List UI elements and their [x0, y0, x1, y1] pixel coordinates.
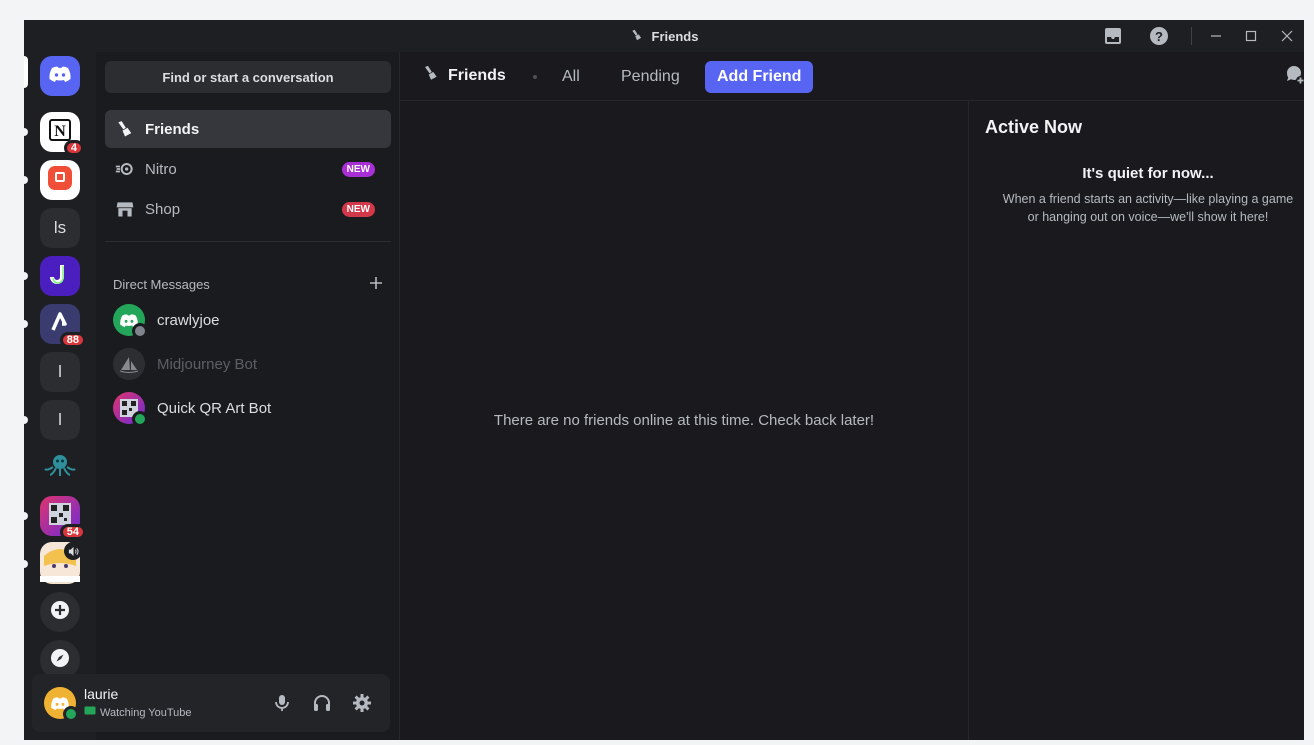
user-panel: laurie Watching YouTube	[32, 674, 390, 732]
title-bar-divider	[1191, 27, 1192, 45]
server-a[interactable]: 88	[40, 304, 86, 348]
empty-state-message: There are no friends online at this time…	[493, 412, 875, 429]
avatar[interactable]	[44, 687, 79, 722]
minimize-icon[interactable]	[1203, 24, 1229, 48]
username: laurie	[84, 686, 119, 702]
headphones-icon[interactable]	[310, 691, 334, 715]
nav-nitro-label: Nitro	[145, 160, 177, 178]
dm-name: Quick QR Art Bot	[157, 399, 272, 417]
avatar	[113, 304, 148, 339]
new-badge: NEW	[341, 202, 375, 217]
new-badge: NEW	[341, 162, 375, 177]
page-title-text: Friends	[448, 66, 506, 84]
unread-pill	[24, 128, 28, 136]
window-title-text: Friends	[651, 28, 699, 44]
settings-gear-icon[interactable]	[350, 691, 374, 715]
dm-name: crawlyjoe	[157, 311, 220, 329]
nav-shop[interactable]: Shop NEW	[105, 190, 391, 228]
octopus-icon	[43, 451, 77, 486]
status-online-indicator	[63, 706, 79, 722]
dm-item[interactable]: crawlyjoe	[105, 299, 391, 341]
inbox-icon[interactable]	[1100, 24, 1126, 48]
toolbar-separator-dot	[533, 75, 537, 79]
dm-header: Direct Messages	[113, 276, 383, 293]
active-now-description: When a friend starts an activity—like pl…	[1002, 192, 1294, 224]
nav-shop-label: Shop	[145, 200, 181, 218]
server-qr[interactable]: 54	[40, 496, 86, 540]
server-rail: N 4 ls 88 l l 54	[24, 52, 96, 740]
server-ls[interactable]: ls	[40, 208, 80, 248]
dm-sidebar: Find or start a conversation Friends Nit…	[96, 52, 400, 740]
dm-header-label: Direct Messages	[113, 277, 210, 292]
dm-name: Midjourney Bot	[157, 355, 258, 373]
status-offline-indicator	[132, 323, 148, 339]
unread-pill	[24, 560, 28, 568]
tab-pending[interactable]: Pending	[609, 61, 692, 93]
server-octopus[interactable]	[40, 448, 80, 488]
server-l-1[interactable]: l	[40, 352, 80, 392]
discord-logo-icon	[48, 65, 72, 88]
svg-text:N: N	[54, 123, 66, 140]
unread-pill	[24, 272, 28, 280]
friends-wave-icon	[113, 119, 137, 139]
compass-icon	[50, 648, 70, 673]
close-icon[interactable]	[1274, 24, 1300, 48]
tab-add-friend[interactable]: Add Friend	[705, 61, 814, 93]
sidebar-divider	[105, 241, 391, 242]
title-bar: Friends ?	[24, 20, 1304, 52]
app-window: Friends ? N 4 ls 88 l l 54 Find or start…	[24, 20, 1304, 740]
server-l-2[interactable]: l	[40, 400, 80, 440]
find-conversation-button[interactable]: Find or start a conversation	[105, 61, 391, 93]
dm-item[interactable]: Midjourney Bot	[105, 343, 391, 385]
friends-toolbar: Friends All Pending Add Friend	[400, 52, 1304, 101]
nav-nitro[interactable]: Nitro NEW	[105, 150, 391, 188]
unread-pill	[24, 320, 28, 328]
friends-wave-icon	[422, 64, 440, 87]
dm-item[interactable]: Quick QR Art Bot	[105, 387, 391, 429]
shop-icon	[113, 199, 137, 219]
home-button[interactable]	[40, 56, 80, 96]
red-square-icon	[46, 164, 74, 197]
main-panel: Friends All Pending Add Friend There are…	[400, 52, 1304, 740]
server-j[interactable]	[40, 256, 80, 296]
server-l-label: l	[58, 362, 62, 381]
new-group-dm-icon[interactable]	[1284, 64, 1304, 88]
server-anime[interactable]	[40, 541, 82, 584]
mention-badge: 54	[59, 524, 86, 540]
nav-friends-label: Friends	[145, 120, 200, 138]
plus-icon	[50, 600, 70, 625]
avatar	[113, 392, 148, 427]
avatar	[113, 348, 145, 380]
server-l-label: l	[58, 410, 62, 429]
active-now-title: Active Now	[985, 117, 1083, 137]
speaker-icon	[64, 542, 82, 560]
unread-pill	[24, 512, 28, 520]
nitro-icon	[113, 159, 137, 179]
maximize-icon[interactable]	[1238, 24, 1264, 48]
active-now-quiet-title: It's quiet for now...	[1082, 165, 1214, 182]
help-icon[interactable]: ?	[1146, 24, 1172, 48]
unread-pill	[24, 416, 28, 424]
svg-text:?: ?	[1155, 29, 1163, 44]
nav-friends[interactable]: Friends	[105, 110, 391, 148]
microphone-icon[interactable]	[270, 691, 294, 715]
j-logo-icon	[47, 261, 73, 292]
page-title: Friends	[422, 64, 506, 87]
server-ls-label: ls	[53, 218, 67, 237]
user-activity-text: Watching YouTube	[100, 706, 192, 719]
unread-pill	[24, 176, 28, 184]
create-dm-plus-icon[interactable]	[369, 276, 383, 293]
user-activity: Watching YouTube	[84, 706, 192, 719]
server-active-pill	[24, 56, 28, 88]
mention-badge: 88	[59, 332, 86, 348]
tab-all[interactable]: All	[550, 61, 592, 93]
friends-wave-icon	[630, 28, 644, 45]
mention-badge: 4	[63, 140, 84, 156]
add-server-button[interactable]	[40, 592, 80, 632]
screen-icon	[84, 706, 96, 719]
server-red-app[interactable]	[40, 160, 80, 200]
active-now-panel: Active Now It's quiet for now... When a …	[968, 101, 1304, 740]
status-online-indicator	[132, 411, 148, 427]
server-notion[interactable]: N 4	[40, 112, 84, 156]
